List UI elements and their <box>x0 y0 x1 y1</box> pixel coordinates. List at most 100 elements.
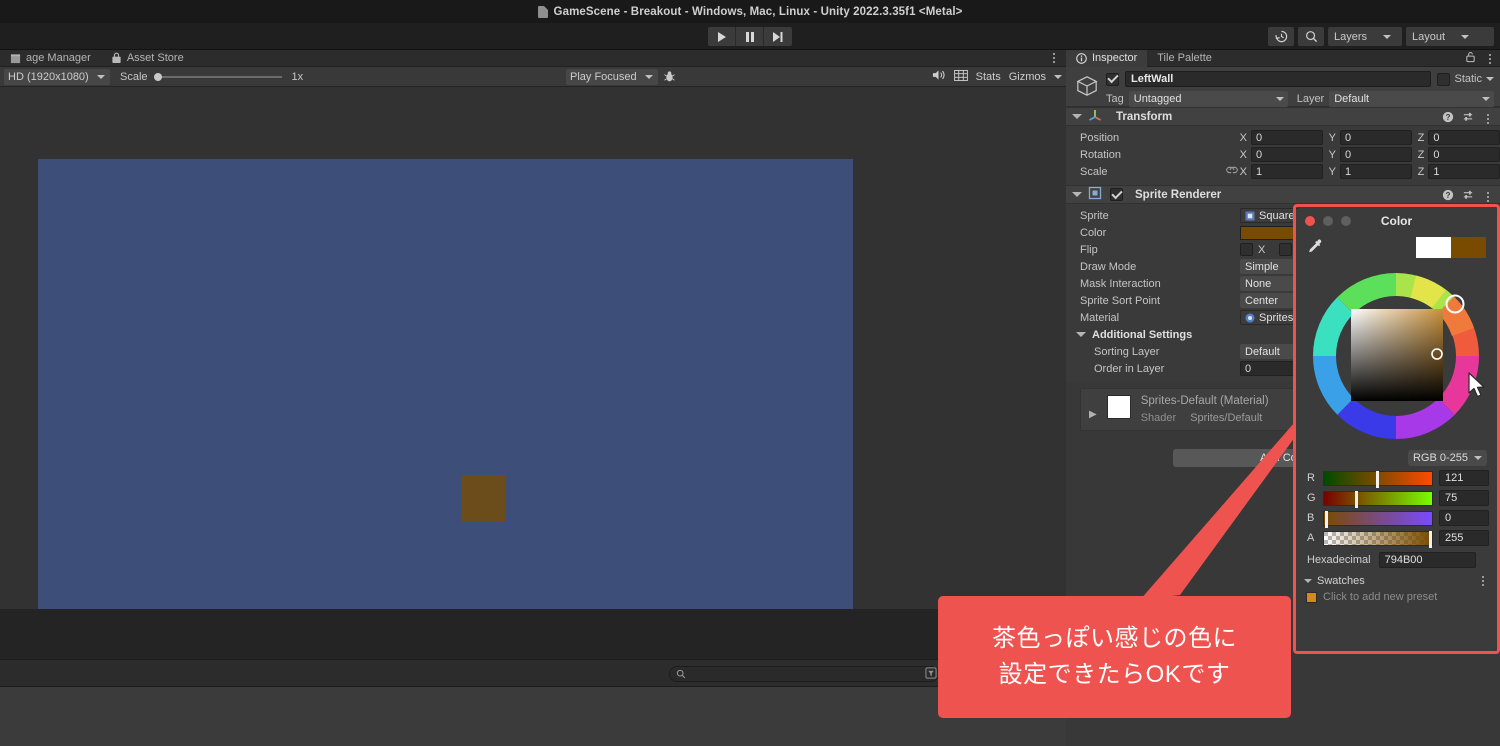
minimize-button[interactable] <box>1323 216 1333 226</box>
project-search-input[interactable] <box>669 666 939 682</box>
history-icon[interactable] <box>1268 27 1294 46</box>
inspector-menu-icon[interactable] <box>1484 52 1496 66</box>
layers-dropdown[interactable]: Layers <box>1328 27 1402 46</box>
swatches-foldout-icon[interactable] <box>1304 579 1312 583</box>
search-icon[interactable] <box>1298 27 1324 46</box>
scale-slider[interactable] <box>153 72 282 81</box>
tab-asset-store[interactable]: Asset Store <box>101 50 194 67</box>
layer-dropdown[interactable]: Default <box>1329 91 1494 107</box>
transform-title: Transform <box>1116 110 1173 123</box>
channel-r-handle[interactable] <box>1375 470 1379 488</box>
filter-icon[interactable] <box>925 667 937 682</box>
game-panel: age Manager Asset Store HD (1920x1080) S… <box>0 50 1066 746</box>
frame-debugger-icon[interactable] <box>953 69 968 84</box>
scale-x-field[interactable]: 1 <box>1250 164 1323 179</box>
project-panel-toolbar <box>0 659 1066 687</box>
pause-button[interactable] <box>736 27 764 46</box>
channel-a-slider[interactable] <box>1323 530 1433 548</box>
eyedropper-icon[interactable] <box>1306 238 1323 258</box>
lock-icon[interactable] <box>1465 51 1476 66</box>
hexadecimal-field[interactable]: 794B00 <box>1378 552 1476 568</box>
channel-b-value[interactable]: 0 <box>1439 510 1489 526</box>
color-wheel-area[interactable] <box>1296 264 1497 446</box>
channel-b-slider[interactable] <box>1323 510 1433 528</box>
game-view[interactable] <box>0 87 1066 617</box>
step-button[interactable] <box>764 27 792 46</box>
preset-icon[interactable] <box>1462 189 1474 204</box>
position-z-field[interactable]: 0 <box>1428 130 1500 145</box>
hexadecimal-row: Hexadecimal 794B00 <box>1296 548 1497 570</box>
bug-icon[interactable] <box>663 70 676 86</box>
scale-slider-knob[interactable] <box>153 72 162 81</box>
game-bottom-strip <box>0 609 1066 659</box>
sprite-renderer-enabled-checkbox[interactable] <box>1110 188 1123 201</box>
position-y-field[interactable]: 0 <box>1339 130 1412 145</box>
position-label: Position <box>1080 131 1120 144</box>
tag-dropdown[interactable]: Untagged <box>1128 91 1288 107</box>
play-mode-value: Play Focused <box>570 71 637 83</box>
axis-label-y: Y <box>1328 148 1336 161</box>
tab-inspector[interactable]: Inspector <box>1066 49 1148 67</box>
flip-x-checkbox[interactable] <box>1240 243 1253 256</box>
channel-b-handle[interactable] <box>1325 510 1329 528</box>
color-picker-window[interactable]: Color RGB 0-255 R 121 G 75 B 0 A 255 Hex… <box>1296 207 1497 651</box>
maximize-button[interactable] <box>1341 216 1351 226</box>
chevron-down-icon[interactable] <box>1054 74 1062 79</box>
channel-r-slider[interactable] <box>1323 470 1433 488</box>
transform-menu-icon[interactable] <box>1482 112 1494 126</box>
sprite-renderer-header-icons: ? <box>1442 189 1494 204</box>
channel-g-handle[interactable] <box>1355 490 1359 508</box>
preset-icon[interactable] <box>1462 111 1474 126</box>
preset-color-chip[interactable] <box>1306 591 1317 603</box>
position-x-field[interactable]: 0 <box>1250 130 1323 145</box>
channel-g-slider[interactable] <box>1323 490 1433 508</box>
tag-value: Untagged <box>1133 93 1182 105</box>
channel-a-handle[interactable] <box>1428 530 1432 548</box>
material-foldout-icon[interactable]: ▶ <box>1089 409 1097 420</box>
gameobject-enabled-checkbox[interactable] <box>1106 72 1119 86</box>
gameobject-name-field[interactable]: LeftWall <box>1125 71 1432 87</box>
color-mode-dropdown[interactable]: RGB 0-255 <box>1407 450 1487 466</box>
mute-audio-icon[interactable] <box>932 69 946 84</box>
color-wheel-icon[interactable] <box>1296 264 1497 446</box>
rotation-z-field[interactable]: 0 <box>1428 147 1500 162</box>
add-preset-row[interactable]: Click to add new preset <box>1296 587 1497 603</box>
help-icon[interactable]: ? <box>1442 189 1454 204</box>
project-filter-tools <box>925 667 937 682</box>
channel-a-value[interactable]: 255 <box>1439 530 1489 546</box>
static-checkbox[interactable] <box>1437 72 1451 86</box>
sprite-renderer-component-header[interactable]: Sprite Renderer ? <box>1066 185 1500 204</box>
flip-y-checkbox[interactable] <box>1279 243 1293 256</box>
gameobject-cube-icon[interactable] <box>1074 73 1100 99</box>
transform-component-header[interactable]: Transform ? <box>1066 107 1500 126</box>
game-view-toolbar: HD (1920x1080) Scale 1x Play Focused Sta… <box>0 67 1066 87</box>
additional-settings-foldout-icon[interactable] <box>1076 332 1086 337</box>
layout-dropdown[interactable]: Layout <box>1406 27 1494 46</box>
transform-foldout-icon[interactable] <box>1072 114 1082 119</box>
tab-tile-palette[interactable]: Tile Palette <box>1147 50 1222 67</box>
channel-r-value[interactable]: 121 <box>1439 470 1489 486</box>
rotation-x-field[interactable]: 0 <box>1250 147 1323 162</box>
static-toggle[interactable]: Static <box>1437 72 1494 86</box>
play-mode-dropdown[interactable]: Play Focused <box>566 69 658 85</box>
gizmos-button[interactable]: Gizmos <box>1009 71 1046 83</box>
sprite-renderer-foldout-icon[interactable] <box>1072 192 1082 197</box>
sprite-renderer-menu-icon[interactable] <box>1482 190 1494 204</box>
rotation-y-field[interactable]: 0 <box>1339 147 1412 162</box>
scale-z-field[interactable]: 1 <box>1428 164 1500 179</box>
game-canvas[interactable] <box>38 159 853 617</box>
tab-package-manager[interactable]: age Manager <box>0 50 101 67</box>
chevron-down-icon[interactable] <box>1486 77 1494 81</box>
swatches-menu-icon[interactable] <box>1477 574 1489 588</box>
help-icon[interactable]: ? <box>1442 111 1454 126</box>
close-button[interactable] <box>1305 216 1315 226</box>
stats-button[interactable]: Stats <box>976 71 1001 83</box>
constrain-proportions-icon[interactable] <box>1225 165 1240 178</box>
game-panel-menu-icon[interactable] <box>1048 51 1060 65</box>
project-panel-body[interactable] <box>0 687 1066 746</box>
scale-y-field[interactable]: 1 <box>1339 164 1412 179</box>
play-button[interactable] <box>708 27 736 46</box>
axis-label-x: X <box>1239 148 1247 161</box>
resolution-dropdown[interactable]: HD (1920x1080) <box>4 68 110 85</box>
channel-g-value[interactable]: 75 <box>1439 490 1489 506</box>
